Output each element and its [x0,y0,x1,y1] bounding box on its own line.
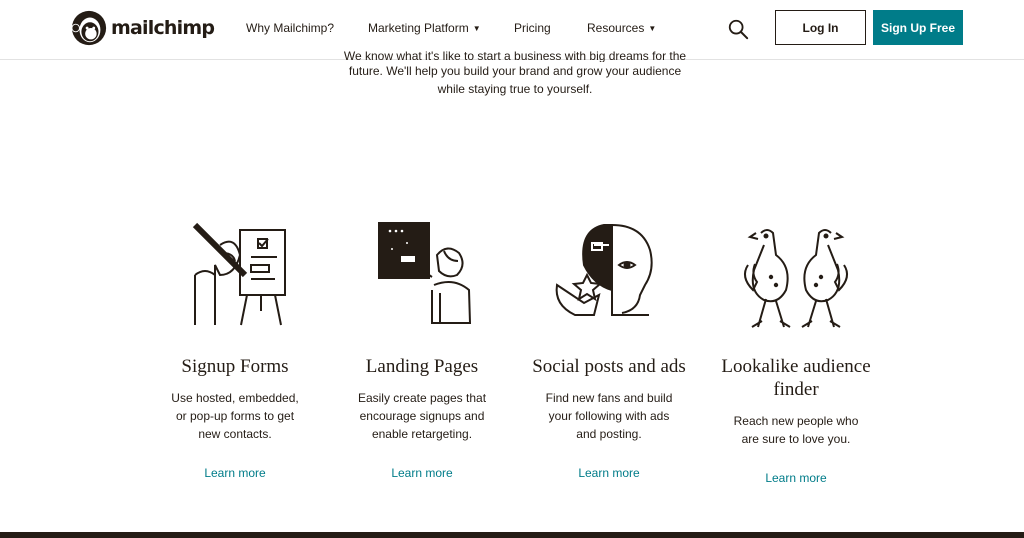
landing-page-illustration [378,222,472,324]
chevron-down-icon: ▼ [472,24,481,33]
feature-title: Lookalike audience finder [721,356,871,400]
feature-title: Landing Pages [365,356,479,377]
footer-band [0,532,1024,538]
signup-form-illustration [192,222,286,326]
feature-social-posts: Social posts and ads Find new fans and b… [529,215,689,482]
nav-label: Resources [587,21,645,35]
nav-label: Pricing [514,21,551,35]
lookalike-birds-illustration [743,229,849,328]
learn-more-link[interactable]: Learn more [765,471,826,485]
nav-why-mailchimp[interactable]: Why Mailchimp? [246,21,334,35]
chevron-down-icon: ▼ [648,24,657,33]
intro-line-1: We know what it's like to start a busine… [343,50,687,62]
login-button[interactable]: Log In [775,10,866,45]
feature-title: Social posts and ads [532,356,686,377]
feature-description: Easily create pages that encourage signu… [357,391,487,441]
mailchimp-logo[interactable]: mailchimp [70,8,215,48]
feature-description: Find new fans and build your following w… [545,391,673,441]
social-posts-illustration [555,224,653,316]
nav-marketing-platform[interactable]: Marketing Platform ▼ [368,21,481,35]
nav-label: Marketing Platform [368,21,469,35]
logo-wordmark: mailchimp [111,17,215,39]
feature-title: Signup Forms [181,356,289,377]
learn-more-link[interactable]: Learn more [578,466,639,480]
intro-line-3: while staying true to yourself. [437,82,593,96]
feature-description: Use hosted, embedded, or pop-up forms to… [171,391,299,441]
nav-pricing[interactable]: Pricing [514,21,551,35]
intro-line-2: future. We'll help you build your brand … [348,64,682,78]
nav-label: Why Mailchimp? [246,21,335,35]
feature-description: Reach new people who are sure to love yo… [733,414,859,446]
nav-resources[interactable]: Resources ▼ [587,21,656,35]
feature-lookalike-audience: Lookalike audience finder Reach new peop… [716,215,876,487]
learn-more-link[interactable]: Learn more [204,466,265,480]
intro-paragraph: We know what it's like to start a busine… [300,50,730,98]
freddie-monkey-icon [71,10,107,46]
learn-more-link[interactable]: Learn more [391,466,452,480]
feature-signup-forms: Signup Forms Use hosted, embedded, or po… [155,215,315,482]
search-icon[interactable] [727,18,749,40]
signup-free-button[interactable]: Sign Up Free [873,10,963,45]
feature-landing-pages: Landing Pages Easily create pages that e… [342,215,502,482]
